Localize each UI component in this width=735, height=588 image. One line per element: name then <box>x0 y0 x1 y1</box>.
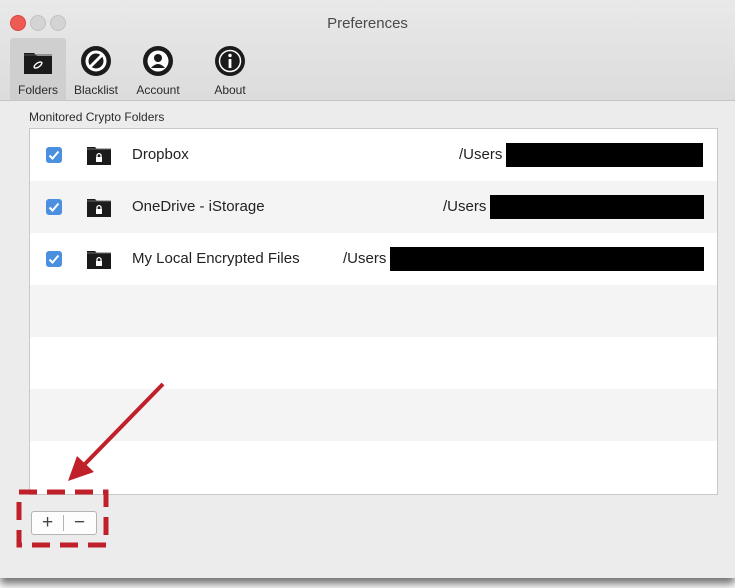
folder-checkbox[interactable] <box>46 251 62 267</box>
checkmark-icon <box>48 202 60 212</box>
locked-folder-icon <box>87 147 111 165</box>
toolbar-tab-account[interactable]: Account <box>127 38 189 100</box>
folder-name: My Local Encrypted Files <box>132 250 300 267</box>
empty-row <box>30 389 717 441</box>
folder-path: /Users <box>459 146 503 163</box>
preferences-window: Preferences Folders Blacklist Account Ab… <box>0 0 735 578</box>
remove-folder-button[interactable]: − <box>64 512 95 534</box>
redacted-path <box>490 195 704 219</box>
locked-folder-icon <box>87 251 111 269</box>
locked-folder-icon <box>87 199 111 217</box>
folder-row[interactable]: Dropbox /Users <box>30 129 717 181</box>
folder-checkbox[interactable] <box>46 199 62 215</box>
toolbar-label-account: Account <box>136 83 180 97</box>
toolbar-label-about: About <box>214 83 246 97</box>
redacted-path <box>390 247 704 271</box>
folder-name: OneDrive - iStorage <box>132 198 265 215</box>
titlebar: Preferences Folders Blacklist Account Ab… <box>0 0 735 101</box>
folder-checkbox[interactable] <box>46 147 62 163</box>
folder-row[interactable]: My Local Encrypted Files /Users <box>30 233 717 285</box>
toolbar-label-blacklist: Blacklist <box>73 83 118 97</box>
prohibited-icon <box>81 46 111 76</box>
section-label: Monitored Crypto Folders <box>29 110 165 124</box>
folder-path: /Users <box>343 250 387 267</box>
empty-row <box>30 441 717 493</box>
toolbar-label-folders: Folders <box>17 83 58 97</box>
add-folder-button[interactable]: + <box>32 512 63 534</box>
folder-path: /Users <box>443 198 487 215</box>
window-title: Preferences <box>327 15 408 32</box>
toolbar-tab-folders[interactable]: Folders <box>10 38 66 100</box>
folder-lock-icon <box>24 53 52 74</box>
user-icon <box>143 46 173 76</box>
folder-name: Dropbox <box>132 146 189 163</box>
toolbar-tab-blacklist[interactable]: Blacklist <box>68 38 124 100</box>
empty-row <box>30 337 717 389</box>
toolbar-tab-about[interactable]: About <box>202 38 258 100</box>
folder-row[interactable]: OneDrive - iStorage /Users <box>30 181 717 233</box>
redacted-path <box>506 143 703 167</box>
empty-row <box>30 285 717 337</box>
info-icon <box>215 46 245 76</box>
checkmark-icon <box>48 254 60 264</box>
add-remove-control: + − <box>31 511 97 535</box>
folder-list[interactable]: Dropbox /Users OneDrive - iStorage /User… <box>29 128 718 495</box>
checkmark-icon <box>48 150 60 160</box>
